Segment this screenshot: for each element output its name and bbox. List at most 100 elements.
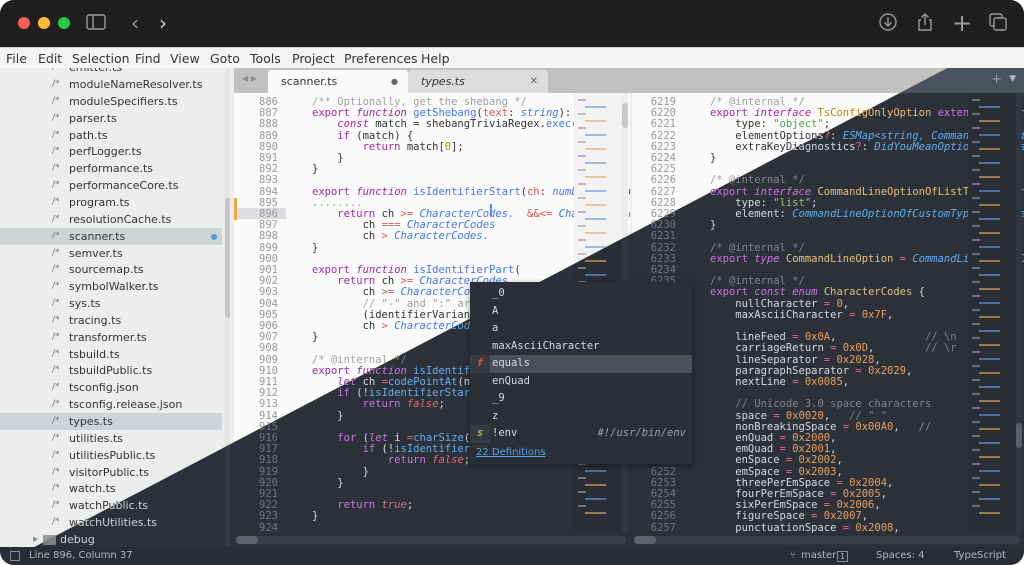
autocomplete-label: _9 — [492, 392, 505, 404]
menu-help[interactable]: Help — [421, 51, 450, 66]
code-line: /* @internal */ — [710, 241, 805, 254]
menu-find[interactable]: Find — [135, 51, 161, 66]
autocomplete-item[interactable]: a — [470, 320, 692, 338]
minimap-line — [972, 421, 980, 423]
sidebar-item[interactable]: /* sourcemap.ts — [0, 261, 222, 278]
minimap-line — [585, 484, 606, 486]
minimap-line — [979, 302, 1000, 304]
minimap-line — [972, 505, 980, 507]
minimap-line — [972, 155, 980, 157]
sidebar-item[interactable]: /* performanceCore.ts — [0, 177, 222, 194]
horizontal-scroll-thumb[interactable] — [236, 536, 258, 544]
autocomplete-item[interactable]: A — [470, 303, 692, 321]
minimap-line — [972, 351, 980, 353]
autocomplete-item[interactable]: f equals — [470, 355, 692, 373]
sidebar-item[interactable]: /* tsbuild.ts — [0, 346, 222, 363]
menu-view[interactable]: View — [170, 51, 200, 66]
autocomplete-item[interactable]: z — [470, 408, 692, 426]
sidebar-item[interactable]: /* emitter.ts — [0, 68, 222, 76]
menu-project[interactable]: Project — [292, 51, 335, 66]
autocomplete-item[interactable]: s !env #!/usr/bin/env — [470, 425, 692, 443]
horizontal-scrollbar[interactable] — [634, 536, 1020, 544]
syntax-setting[interactable]: TypeScript — [954, 547, 1006, 565]
panel-toggle-icon[interactable] — [10, 551, 20, 561]
file-icon: /* — [52, 281, 60, 292]
line-number: 920 — [259, 476, 278, 489]
vertical-scrollbar[interactable] — [1016, 93, 1022, 533]
sidebar-item[interactable]: /* scanner.ts — [0, 227, 222, 245]
definitions-link[interactable]: 22 Definitions — [476, 447, 546, 458]
sidebar-item[interactable]: /* semver.ts — [0, 245, 222, 262]
sidebar-item[interactable]: /* perfLogger.ts — [0, 143, 222, 160]
forward-icon[interactable]: › — [152, 12, 174, 34]
vertical-scroll-thumb[interactable] — [622, 103, 628, 128]
menu-preferences[interactable]: Preferences — [344, 51, 418, 66]
tab-scanner-ts[interactable]: scanner.ts ● — [268, 70, 408, 93]
git-branch[interactable]: master — [801, 547, 836, 565]
sidebar-item[interactable]: /* moduleSpecifiers.ts — [0, 93, 222, 110]
close-window-button[interactable] — [18, 17, 30, 29]
tab-nav-arrows[interactable]: ◀ ▶ — [242, 74, 257, 83]
modified-dot-icon[interactable]: ● — [391, 70, 398, 93]
sidebar-item[interactable]: /* resolutionCache.ts — [0, 211, 222, 228]
sidebar-item[interactable]: /* parser.ts — [0, 110, 222, 127]
sidebar-item[interactable]: /* moduleNameResolver.ts — [0, 76, 222, 93]
vertical-scroll-thumb[interactable] — [1016, 423, 1022, 448]
sidebar-item[interactable]: /* types.ts — [0, 413, 222, 430]
tabs-overview-icon[interactable] — [987, 12, 1009, 34]
code-line: } — [312, 465, 369, 478]
code-line: export function getShebang(text: string)… — [312, 107, 616, 120]
minimap-line — [578, 477, 586, 479]
sidebar-item[interactable]: /* tsconfig.json — [0, 379, 222, 396]
share-icon[interactable] — [914, 12, 936, 34]
sidebar-item[interactable]: /* tracing.ts — [0, 312, 222, 329]
line-number: 6220 — [650, 107, 676, 120]
autocomplete-item[interactable]: _9 — [470, 390, 692, 408]
sidebar-scroll-thumb[interactable] — [225, 198, 230, 318]
sidebar-item-label: tsconfig.json — [69, 381, 139, 395]
tab-menu-icon[interactable]: ▼ — [1009, 74, 1016, 84]
sidebar-item[interactable]: /* path.ts — [0, 127, 222, 144]
autocomplete-item[interactable]: _0 — [470, 285, 692, 303]
back-icon[interactable]: ‹ — [124, 12, 146, 34]
horizontal-scroll-thumb[interactable] — [634, 536, 656, 544]
autocomplete-item[interactable]: enQuad — [470, 373, 692, 391]
download-icon[interactable] — [877, 12, 899, 34]
zoom-window-button[interactable] — [58, 17, 70, 29]
minimize-window-button[interactable] — [38, 17, 50, 29]
sidebar-item[interactable]: /* tsconfig.release.json — [0, 396, 222, 413]
sidebar-item[interactable]: /* sys.ts — [0, 295, 222, 312]
indentation-setting[interactable]: Spaces: 4 — [876, 547, 925, 565]
sidebar-item-label: utilities.ts — [69, 431, 123, 445]
autocomplete-item[interactable]: maxAsciiCharacter — [470, 338, 692, 356]
menu-goto[interactable]: Goto — [210, 51, 240, 66]
file-icon: /* — [52, 466, 60, 477]
sidebar-item[interactable]: /* program.ts — [0, 194, 222, 211]
menu-selection[interactable]: Selection — [72, 51, 130, 66]
minimap-line — [972, 253, 980, 255]
sidebar-item[interactable]: /* symbolWalker.ts — [0, 278, 222, 295]
horizontal-scrollbar[interactable] — [236, 536, 626, 544]
line-number: 6223 — [650, 140, 676, 153]
code-line: enQuad = 0x2000, — [710, 432, 837, 444]
sidebar-item[interactable]: /* performance.ts — [0, 160, 222, 177]
minimap-line — [578, 169, 586, 171]
snippet-kind-icon: s — [470, 425, 490, 443]
close-tab-icon[interactable]: ✕ — [530, 70, 538, 93]
sidebar-item[interactable]: /* utilitiesPublic.ts — [0, 447, 222, 464]
sidebar-item-label: sys.ts — [69, 297, 101, 311]
menu-file[interactable]: File — [6, 51, 27, 66]
sidebar-toggle-icon[interactable] — [85, 12, 107, 34]
right-editor-pane-minimap[interactable] — [968, 93, 1018, 533]
menu-tools[interactable]: Tools — [250, 51, 281, 66]
new-tab-icon[interactable]: + — [991, 72, 1002, 87]
menu-edit[interactable]: Edit — [38, 51, 62, 66]
minimap-line — [972, 211, 980, 213]
new-tab-icon[interactable]: + — [951, 11, 973, 35]
minimap-line — [979, 120, 1000, 122]
file-icon: /* — [52, 348, 60, 359]
tab-types-ts[interactable]: types.ts ✕ — [408, 70, 548, 93]
sidebar-item[interactable]: /* tsbuildPublic.ts — [0, 362, 222, 379]
sidebar-item[interactable]: /* transformer.ts — [0, 329, 222, 346]
sidebar-item[interactable]: /* utilities.ts — [0, 430, 222, 447]
